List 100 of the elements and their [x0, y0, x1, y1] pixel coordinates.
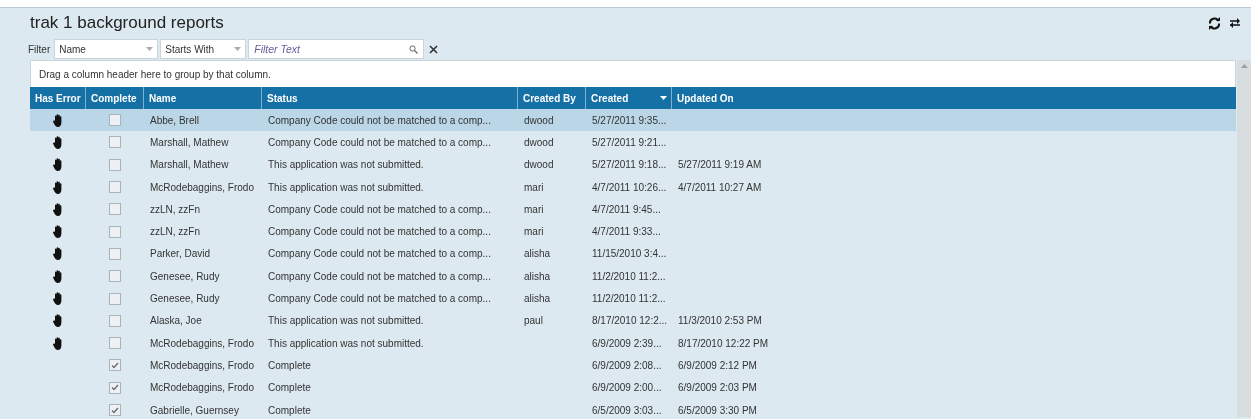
created-cell: 11/2/2010 11:2... — [592, 270, 666, 282]
updated-on-cell: 8/17/2010 12:22 PM — [678, 337, 769, 349]
complete-checkbox[interactable] — [109, 136, 121, 149]
complete-checkbox[interactable] — [109, 225, 121, 238]
table-row[interactable]: Marshall, Mathew Company Code could not be matched to a comp... dwood 5/27/2011 9:21... — [30, 131, 1236, 154]
name-cell: Genesee, Rudy — [150, 293, 220, 304]
complete-checkbox[interactable] — [109, 158, 121, 171]
complete-checkbox[interactable] — [109, 337, 121, 350]
created-by-cell: alisha — [524, 293, 551, 304]
complete-checkbox[interactable] — [109, 292, 121, 305]
created-cell: 4/7/2011 9:33... — [592, 226, 661, 238]
complete-checkbox[interactable] — [109, 359, 121, 372]
status-cell: Company Code could not be matched to a comp... — [268, 293, 491, 304]
name-cell: McRodebaggins, Frodo — [150, 181, 254, 193]
status-cell: Complete — [268, 359, 311, 371]
table-row[interactable]: McRodebaggins, Frodo This application was not submitted. 6/9/2009 2:39... 8/17/2010 12:22 PM — [30, 331, 1236, 355]
name-cell: zzLN, zzFn — [150, 203, 200, 215]
created-cell: 8/17/2010 12:2... — [592, 315, 668, 327]
created-by-cell: alisha — [524, 270, 551, 282]
created-cell: 5/27/2011 9:18... — [592, 159, 667, 171]
created-by-cell: mari — [524, 203, 544, 215]
table-row[interactable]: Gabrielle, Guernsey Complete 6/5/2009 3:03... 6/5/2009 3:30 PM — [30, 398, 1236, 419]
created-cell: 11/2/2010 11:2... — [592, 293, 666, 304]
status-cell: Company Code could not be matched to a comp... — [268, 248, 491, 260]
table-row[interactable]: zzLN, zzFn Company Code could not be matched to a comp... mari 4/7/2011 9:33... — [30, 220, 1236, 243]
updated-on-cell: 11/3/2010 2:53 PM — [678, 315, 762, 327]
status-cell: Company Code could not be matched to a comp... — [268, 136, 491, 148]
name-cell: zzLN, zzFn — [150, 226, 200, 238]
group-by-hint: Drag a column header here to group by that column. — [38, 68, 271, 80]
created-by-cell: dwood — [524, 136, 554, 148]
created-cell: 11/15/2010 3:4... — [592, 248, 667, 260]
operator-dropdown[interactable]: Starts With — [160, 39, 247, 59]
name-cell: Parker, David — [150, 248, 211, 260]
table-row[interactable]: McRodebaggins, Frodo Complete 6/9/2009 2:08... 6/9/2009 2:12 PM — [30, 354, 1236, 377]
updated-on-cell: 6/9/2009 2:12 PM — [678, 359, 757, 371]
created-cell: 6/9/2009 2:00... — [592, 382, 662, 394]
updated-on-cell: 4/7/2011 10:27 AM — [678, 181, 762, 193]
close-icon — [429, 44, 439, 54]
created-by-cell: dwood — [524, 159, 554, 171]
table-row[interactable]: McRodebaggins, Frodo Complete 6/9/2009 2:00... 6/9/2009 2:03 PM — [30, 376, 1236, 399]
name-cell: McRodebaggins, Frodo — [150, 337, 254, 349]
status-cell: This application was not submitted. — [268, 337, 424, 349]
complete-checkbox[interactable] — [109, 270, 121, 283]
column-dropdown[interactable]: Name — [54, 39, 159, 59]
complete-checkbox[interactable] — [109, 314, 121, 327]
name-cell: Alaska, Joe — [150, 315, 202, 327]
swap-arrows-icon[interactable] — [1229, 18, 1241, 28]
created-cell: 6/9/2009 2:39... — [592, 337, 662, 349]
filter-text-field[interactable]: Filter Text — [248, 39, 425, 59]
sort-descending-icon — [660, 96, 667, 100]
created-cell: 5/27/2011 9:35... — [592, 114, 667, 126]
name-cell: Marshall, Mathew — [150, 159, 229, 171]
complete-checkbox[interactable] — [109, 181, 121, 194]
column-header[interactable]: Updated On — [672, 87, 1236, 109]
created-by-cell: dwood — [524, 114, 554, 126]
page-title: trak 1 background reports — [30, 13, 225, 33]
filter-label: Filter — [28, 43, 51, 55]
created-by-cell: mari — [524, 226, 544, 238]
created-cell: 4/7/2011 9:45... — [592, 203, 661, 215]
updated-on-cell: 5/27/2011 9:19 AM — [678, 159, 762, 171]
created-by-cell: mari — [524, 181, 544, 193]
status-cell: Complete — [268, 382, 311, 394]
status-cell: Company Code could not be matched to a comp... — [268, 114, 491, 126]
status-cell: Company Code could not be matched to a comp... — [268, 203, 491, 215]
status-cell: This application was not submitted. — [268, 181, 424, 193]
scrollbar[interactable] — [1237, 60, 1251, 417]
created-cell: 6/9/2009 2:08... — [592, 359, 662, 371]
table-row[interactable]: Parker, David Company Code could not be matched to a comp... alisha 11/15/2010 3:4... — [30, 242, 1236, 266]
status-cell: Company Code could not be matched to a comp... — [268, 270, 491, 282]
status-cell: Company Code could not be matched to a comp... — [268, 226, 491, 238]
table-row[interactable]: Genesee, Rudy Company Code could not be matched to a comp... alisha 11/2/2010 11:2... — [30, 287, 1236, 310]
complete-checkbox[interactable] — [109, 203, 121, 216]
refresh-icon[interactable] — [1208, 16, 1221, 30]
status-cell: This application was not submitted. — [268, 315, 424, 327]
complete-checkbox[interactable] — [109, 381, 121, 394]
updated-on-cell: 6/5/2009 3:30 PM — [678, 404, 757, 416]
complete-checkbox[interactable] — [109, 247, 121, 260]
name-cell: Genesee, Rudy — [150, 270, 220, 282]
caret-icon — [146, 47, 154, 51]
updated-on-cell: 6/9/2009 2:03 PM — [678, 382, 757, 394]
complete-checkbox[interactable] — [109, 114, 121, 127]
table-row[interactable]: Genesee, Rudy Company Code could not be matched to a comp... alisha 11/2/2010 11:2... — [30, 265, 1236, 288]
created-cell: 6/5/2009 3:03... — [592, 404, 662, 416]
caret-icon — [234, 47, 242, 51]
table-row[interactable]: Alaska, Joe This application was not submitted. paul 8/17/2010 12:2... 11/3/2010 2:53 PM — [30, 309, 1236, 332]
name-cell: Abbe, Brell — [150, 114, 199, 126]
name-cell: McRodebaggins, Frodo — [150, 382, 254, 394]
scroll-up-icon[interactable] — [1240, 64, 1248, 68]
complete-checkbox[interactable] — [109, 404, 121, 416]
created-cell: 4/7/2011 10:26... — [592, 181, 667, 193]
name-cell: Gabrielle, Guernsey — [150, 404, 239, 416]
created-by-cell: paul — [524, 315, 543, 327]
table-row[interactable]: zzLN, zzFn Company Code could not be matched to a comp... mari 4/7/2011 9:45... — [30, 198, 1236, 221]
table-row[interactable]: Abbe, Brell Company Code could not be matched to a comp... dwood 5/27/2011 9:35... — [30, 109, 1236, 132]
name-cell: McRodebaggins, Frodo — [150, 359, 254, 371]
table-row[interactable]: Marshall, Mathew This application was not submitted. dwood 5/27/2011 9:18... 5/27/2011 9:19 AM — [30, 153, 1236, 176]
table-row[interactable]: McRodebaggins, Frodo This application was not submitted. mari 4/7/2011 10:26... 4/7/2011 10:27 AM — [30, 175, 1236, 199]
name-cell: Marshall, Mathew — [150, 136, 229, 148]
created-cell: 5/27/2011 9:21... — [592, 136, 667, 148]
status-cell: Complete — [268, 404, 311, 416]
